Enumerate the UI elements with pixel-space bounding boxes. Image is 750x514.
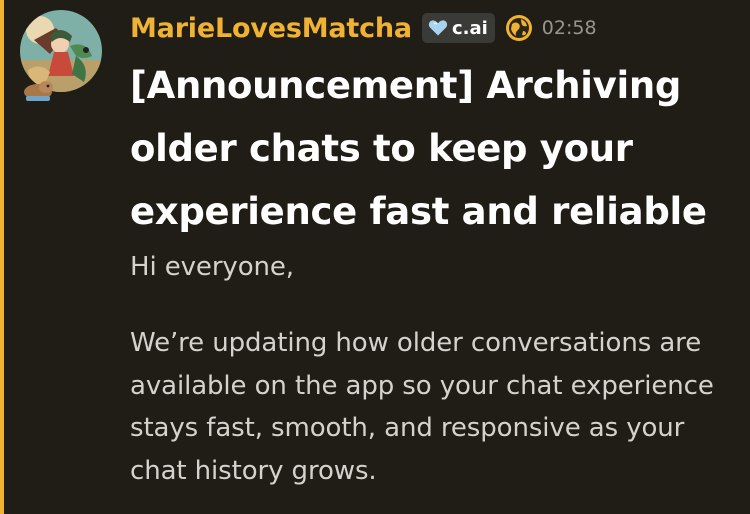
announcement-title: [Announcement] Archiving older chats to … bbox=[130, 64, 707, 233]
globe-icon[interactable] bbox=[504, 13, 534, 43]
heart-icon bbox=[428, 20, 448, 36]
message-paragraph: We’re updating how older conversations a… bbox=[130, 328, 714, 486]
capybara-decoration-icon bbox=[18, 78, 58, 102]
server-tag-label: c.ai bbox=[451, 17, 488, 39]
message-header: MarieLovesMatcha c.ai 02:58 bbox=[130, 8, 597, 48]
server-tag-badge[interactable]: c.ai bbox=[421, 13, 495, 43]
message-timestamp[interactable]: 02:58 bbox=[542, 17, 597, 39]
username[interactable]: MarieLovesMatcha bbox=[130, 13, 412, 44]
chat-message: MarieLovesMatcha c.ai 02:58 [Announcemen… bbox=[0, 0, 750, 514]
mention-highlight-bar bbox=[0, 0, 4, 514]
greeting-text: Hi everyone, bbox=[130, 252, 294, 282]
